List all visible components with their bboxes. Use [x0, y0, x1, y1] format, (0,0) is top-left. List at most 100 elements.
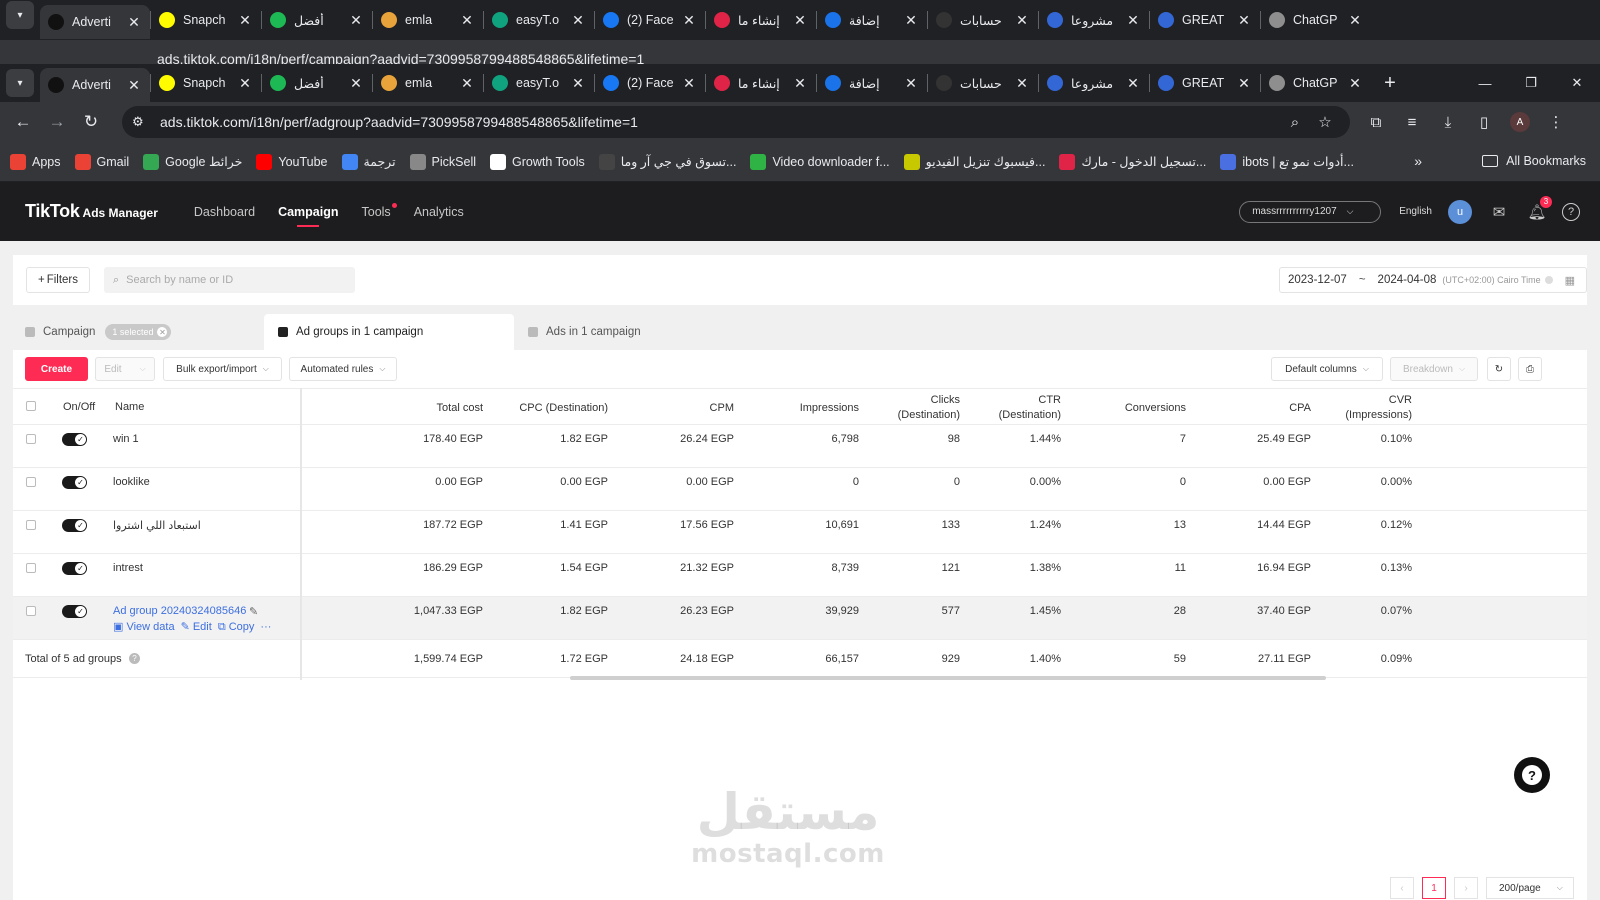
table-row[interactable]: Ad group 20240324085646✎▣ View data✎ Edi… [13, 597, 1587, 640]
info-icon[interactable]: ? [129, 653, 140, 664]
close-tab-icon[interactable]: ✕ [1347, 75, 1363, 92]
table-row[interactable]: win 1 178.40 EGP 1.82 EGP 26.24 EGP 6,798 98 1… [13, 425, 1587, 468]
col-impressions[interactable]: Impressions [800, 401, 859, 416]
new-tab-button[interactable]: + [1375, 72, 1405, 95]
back-button[interactable]: ← [6, 105, 40, 139]
ghost-tab[interactable]: حسابات ✕ [928, 4, 1038, 36]
help-icon[interactable]: ? [1562, 202, 1580, 221]
close-tab-icon[interactable]: ✕ [792, 75, 808, 92]
bookmark-item[interactable]: PickSell [409, 153, 476, 170]
col-name[interactable]: Name [115, 401, 144, 413]
close-tab-icon[interactable]: ✕ [1014, 75, 1030, 92]
bookmark-item[interactable]: تسجيل الدخول - مارك... [1059, 153, 1206, 170]
tab-search-button[interactable]: ▾ [6, 69, 34, 97]
page-size-select[interactable]: 200/page ⌵ [1486, 877, 1574, 899]
selected-chip[interactable]: 1 selected ✕ [105, 324, 172, 340]
row-checkbox[interactable] [26, 606, 36, 616]
browser-tab[interactable]: emla ✕ [373, 67, 483, 99]
minimize-icon[interactable]: — [1462, 64, 1508, 102]
bookmark-item[interactable]: ترجمة [341, 153, 396, 170]
close-tab-icon[interactable]: ✕ [1236, 75, 1252, 92]
close-tab-icon[interactable]: ✕ [1014, 12, 1030, 29]
create-button[interactable]: Create [25, 357, 88, 381]
row-checkbox[interactable] [26, 477, 36, 487]
download-report-icon[interactable]: ⎙ [1518, 357, 1542, 381]
date-range-picker[interactable]: 2023-12-07 ~ 2024-04-08 (UTC+02:00) Cair… [1279, 267, 1587, 293]
ghost-tab[interactable]: إضافة ✕ [817, 4, 927, 36]
status-toggle[interactable] [62, 476, 87, 489]
browser-tab[interactable]: easyT.o ✕ [484, 67, 594, 99]
ghost-tab[interactable]: GREAT ✕ [1150, 4, 1260, 36]
forward-button[interactable]: → [40, 105, 74, 139]
rename-pencil-icon[interactable]: ✎ [249, 605, 258, 618]
close-tab-icon[interactable]: ✕ [348, 12, 364, 29]
close-tab-icon[interactable]: ✕ [681, 75, 697, 92]
automated-rules-dropdown[interactable]: Automated rules ⌵ [289, 357, 397, 381]
row-checkbox[interactable] [26, 563, 36, 573]
bookmark-item[interactable]: Growth Tools [490, 153, 585, 170]
language-switch[interactable]: English [1399, 206, 1432, 217]
close-tab-icon[interactable]: ✕ [903, 12, 919, 29]
close-tab-icon[interactable]: ✕ [237, 75, 253, 92]
close-tab-icon[interactable]: ✕ [570, 75, 586, 92]
browser-tab[interactable]: مشروعا ✕ [1039, 67, 1149, 99]
col-cvr[interactable]: CVR (Impressions) [1345, 393, 1412, 423]
site-info-icon[interactable]: ⚙ [132, 114, 154, 130]
browser-tab[interactable]: إنشاء ما ✕ [706, 67, 816, 99]
bookmark-item[interactable]: Google خرائط [143, 153, 242, 170]
next-page-icon[interactable]: › [1454, 877, 1478, 899]
adgroup-name[interactable]: Ad group 20240324085646 [113, 605, 246, 617]
media-icon[interactable]: ≡ [1394, 106, 1430, 138]
col-cpc[interactable]: CPC (Destination) [519, 401, 608, 416]
col-clicks[interactable]: Clicks (Destination) [898, 393, 960, 423]
downloads-icon[interactable]: ⤓ [1430, 106, 1466, 138]
extensions-icon[interactable]: ⧉ [1358, 106, 1394, 138]
edit-link[interactable]: ✎ Edit [181, 621, 212, 633]
close-tab-icon[interactable]: ✕ [237, 12, 253, 29]
help-fab[interactable]: ? [1514, 757, 1550, 793]
more-actions-link[interactable]: ··· [260, 621, 271, 633]
filters-button[interactable]: + Filters [26, 267, 90, 293]
bookmark-item[interactable]: ibots | أدوات نمو تع... [1220, 153, 1354, 170]
ghost-tab[interactable]: إنشاء ما ✕ [706, 4, 816, 36]
browser-tab[interactable]: إضافة ✕ [817, 67, 927, 99]
address-bar[interactable]: ⚙ ads.tiktok.com/i18n/perf/adgroup?aadvi… [122, 106, 1350, 138]
refresh-icon[interactable]: ↻ [1487, 357, 1511, 381]
table-row[interactable]: استبعاد اللي اشتروا 187.72 EGP 1.41 EGP 17.… [13, 511, 1587, 554]
reload-button[interactable]: ↻ [74, 105, 108, 139]
table-row[interactable]: looklike 0.00 EGP 0.00 EGP 0.00 EGP 0 0 0.00% 0… [13, 468, 1587, 511]
row-checkbox[interactable] [26, 434, 36, 444]
ghost-tab[interactable]: أفضل ✕ [262, 4, 372, 36]
tab-ads[interactable]: Ads in 1 campaign [528, 314, 641, 350]
ghost-tab[interactable]: Snapch ✕ [151, 4, 261, 36]
close-tab-icon[interactable]: ✕ [459, 75, 475, 92]
adgroup-name[interactable]: استبعاد اللي اشتروا [113, 519, 201, 532]
search-input[interactable]: ⌕ Search by name or ID [104, 267, 355, 293]
col-cpa[interactable]: CPA [1289, 401, 1311, 416]
edit-dropdown[interactable]: Edit ⌵ [95, 357, 155, 381]
notification-bell-icon[interactable]: 🔔︎ 3 [1524, 195, 1552, 225]
account-selector[interactable]: massrrrrrrrrrry1207 ⌵ [1239, 200, 1382, 223]
close-tab-icon[interactable]: ✕ [348, 75, 364, 92]
row-checkbox[interactable] [26, 520, 36, 530]
ghost-tab[interactable]: ChatGP ✕ [1261, 4, 1371, 36]
ghost-tab[interactable]: Adverti ✕ [40, 5, 150, 39]
ghost-tab[interactable]: (2) Face ✕ [595, 4, 705, 36]
adgroup-name[interactable]: intrest [113, 562, 143, 574]
tab-adgroups[interactable]: Ad groups in 1 campaign [264, 314, 514, 350]
ghost-tab[interactable]: مشروعا ✕ [1039, 4, 1149, 36]
bookmark-item[interactable]: تسوق في جي آر وما... [598, 153, 736, 170]
close-tab-icon[interactable]: ✕ [126, 14, 142, 31]
close-window-icon[interactable]: ✕ [1554, 64, 1600, 102]
bookmark-item[interactable]: فيسبوك تنزيل الفيديو... [903, 153, 1045, 170]
bookmark-item[interactable]: Video downloader f... [750, 153, 890, 170]
browser-tab[interactable]: Adverti ✕ [40, 68, 150, 102]
close-tab-icon[interactable]: ✕ [1125, 12, 1141, 29]
close-tab-icon[interactable]: ✕ [1125, 75, 1141, 92]
close-tab-icon[interactable]: ✕ [903, 75, 919, 92]
horizontal-scrollbar[interactable] [570, 676, 1326, 680]
menu-kebab-icon[interactable]: ⋮ [1538, 106, 1574, 138]
col-ctr[interactable]: CTR (Destination) [999, 393, 1061, 423]
close-tab-icon[interactable]: ✕ [792, 12, 808, 29]
page-1[interactable]: 1 [1422, 877, 1446, 899]
